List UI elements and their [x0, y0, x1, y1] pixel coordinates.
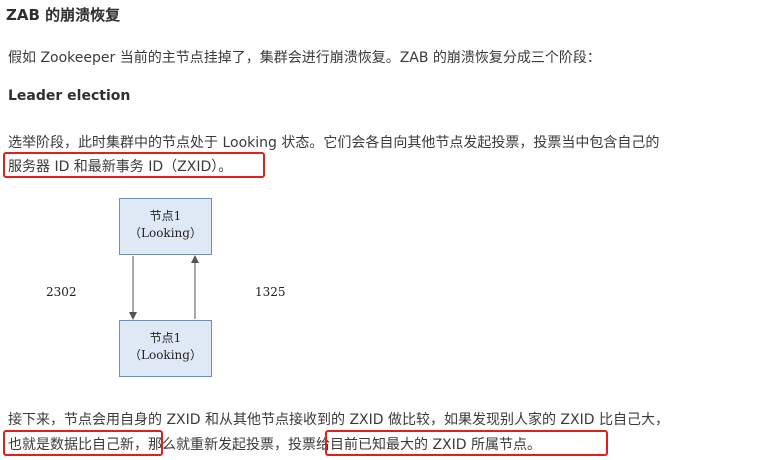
right-vote-label: 1325	[255, 285, 286, 299]
highlight-box-newer-data	[3, 430, 163, 456]
diagram-arrows	[129, 255, 199, 320]
highlight-box-vote-max-zxid	[325, 430, 608, 456]
closing-paragraph-line1: 接下来，节点会用自身的 ZXID 和从其他节点接收到的 ZXID 做比较，如果发…	[8, 412, 669, 428]
left-vote-label: 2302	[46, 285, 77, 299]
